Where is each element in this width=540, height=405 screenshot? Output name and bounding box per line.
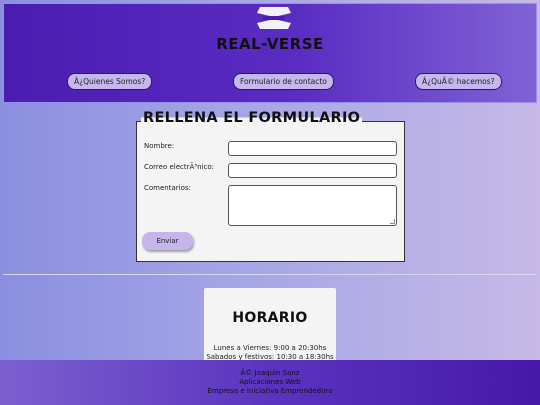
footer-copyright: Â© Joaquin Sanz xyxy=(240,369,300,377)
site-title: REAL-VERSE xyxy=(216,35,324,53)
footer-course: Aplicaciones Web xyxy=(239,378,301,386)
name-label: Nombre: xyxy=(144,142,175,150)
schedule-card: HORARIO Lunes a Viernes: 9:00 a 20:30hs … xyxy=(204,288,336,368)
nav-quienes-somos-button[interactable]: Â¿Quienes Somos? xyxy=(67,73,153,90)
nav-que-hacemos-button[interactable]: Â¿QuÃ© hacemos? xyxy=(415,73,502,90)
email-label: Correo electrÃ³nico: xyxy=(144,163,214,171)
section-divider xyxy=(3,274,537,275)
comments-textarea[interactable] xyxy=(228,185,397,226)
email-field[interactable] xyxy=(228,163,397,178)
form-title: RELLENA EL FORMULARIO xyxy=(141,110,363,126)
submit-button[interactable]: Enviar xyxy=(142,232,193,250)
name-field[interactable] xyxy=(228,141,397,156)
schedule-weekdays: Lunes a Viernes: 9:00 a 20:30hs xyxy=(213,344,327,352)
site-header: REAL-VERSE Â¿Quienes Somos? Formulario d… xyxy=(3,3,537,103)
schedule-title: HORARIO xyxy=(232,310,308,326)
comments-label: Comentarios: xyxy=(144,184,191,192)
contact-form: Nombre: Correo electrÃ³nico: Comentarios… xyxy=(136,121,405,262)
resize-grip-icon[interactable] xyxy=(390,219,395,224)
nav-formulario-button[interactable]: Formulario de contacto xyxy=(233,73,334,90)
footer-subject: Empresa e Iniciativa Emprendedora xyxy=(207,387,333,395)
rv-logo-icon[interactable] xyxy=(257,7,291,29)
site-footer: Â© Joaquin Sanz Aplicaciones Web Empresa… xyxy=(0,360,540,405)
